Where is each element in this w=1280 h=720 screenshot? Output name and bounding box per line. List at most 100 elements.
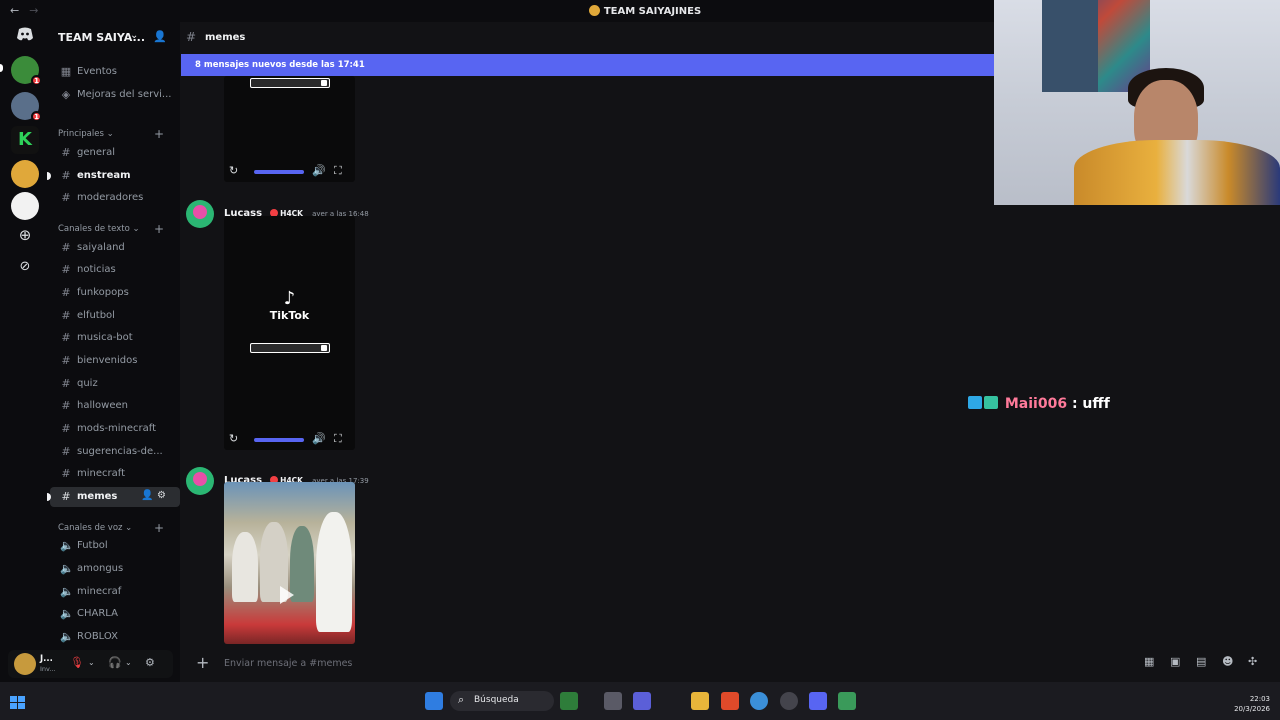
- channel-label: funkopops: [77, 287, 129, 298]
- voice-channel-minecraf[interactable]: 🔈 minecraf: [50, 582, 180, 602]
- start-windows-icon[interactable]: [425, 692, 443, 710]
- channel-noticias[interactable]: # noticias: [50, 260, 180, 280]
- server-header[interactable]: TEAM SAIYA... ⌄ 👤: [50, 22, 180, 54]
- video-thumbnail[interactable]: [224, 482, 355, 644]
- channel-general[interactable]: # general: [50, 143, 180, 163]
- file-explorer-icon[interactable]: [691, 692, 709, 710]
- mic-muted-icon[interactable]: 🎙: [70, 656, 84, 669]
- category-label: Principales: [58, 129, 104, 139]
- server-avatar-2[interactable]: 1: [11, 92, 42, 122]
- widgets-icon[interactable]: [10, 696, 26, 710]
- speaker-icon: 🔈: [60, 630, 74, 643]
- tiktok-video-attachment[interactable]: ♪ TikTok ↻ 🔊 ⛶: [224, 216, 355, 450]
- video-attachment[interactable]: ↻ 🔊 ⛶: [224, 76, 355, 182]
- channel-label: moderadores: [77, 192, 144, 203]
- server-avatar-k[interactable]: K: [11, 126, 39, 154]
- create-invite-icon[interactable]: 👤: [141, 490, 153, 501]
- channel-moderadores[interactable]: # moderadores: [50, 188, 180, 208]
- hash-icon: #: [61, 490, 71, 503]
- channel-bienvenidos[interactable]: # bienvenidos: [50, 351, 180, 371]
- message-composer: + Enviar mensaje a #memes ▦ ▣ ▤ ☻ ✣: [188, 650, 1278, 678]
- replay-icon[interactable]: ↻: [229, 164, 238, 177]
- channel-sugerencias[interactable]: # sugerencias-de...: [50, 442, 180, 462]
- channel-label: memes: [77, 491, 118, 502]
- channel-saiyaland[interactable]: # saiyaland: [50, 238, 180, 258]
- video-controls: ↻ 🔊 ⛶: [224, 160, 355, 182]
- volume-bar[interactable]: [254, 170, 304, 174]
- avatar[interactable]: [14, 653, 36, 675]
- sticker-icon[interactable]: ▤: [1196, 655, 1206, 668]
- volume-icon[interactable]: 🔊: [312, 432, 326, 445]
- app-icon[interactable]: [838, 692, 856, 710]
- voice-channel-amongus[interactable]: 🔈 amongus: [50, 559, 180, 579]
- category-principales[interactable]: Principales ⌄ +: [50, 126, 180, 142]
- teams-icon[interactable]: [633, 692, 651, 710]
- crowd-figure: [316, 512, 352, 632]
- headphones-icon[interactable]: 🎧: [108, 656, 122, 669]
- avatar[interactable]: [186, 200, 214, 228]
- emoji-icon[interactable]: ☻: [1222, 655, 1233, 668]
- add-attachment-icon[interactable]: +: [196, 653, 209, 672]
- settings-gear-icon[interactable]: ⚙: [145, 656, 155, 669]
- fullscreen-icon[interactable]: ⛶: [334, 164, 342, 178]
- chrome-icon[interactable]: [750, 692, 768, 710]
- new-messages-bar[interactable]: 8 mensajes nuevos desde las 17:41: [181, 54, 995, 76]
- discord-home-icon[interactable]: [14, 26, 36, 48]
- gift-icon[interactable]: ▦: [1144, 655, 1154, 668]
- channel-mods-minecraft[interactable]: # mods-minecraft: [50, 419, 180, 439]
- channel-sidebar: TEAM SAIYA... ⌄ 👤 ▦ Eventos ◈ Mejoras de…: [47, 22, 180, 682]
- discord-taskbar-icon[interactable]: [809, 692, 827, 710]
- channel-elfutbol[interactable]: # elfutbol: [50, 306, 180, 326]
- chevron-down-icon[interactable]: ⌄: [130, 30, 138, 41]
- category-canales-de-texto[interactable]: Canales de texto ⌄ +: [50, 221, 180, 237]
- news-widget-icon[interactable]: [560, 692, 578, 710]
- gif-icon[interactable]: ▣: [1170, 655, 1180, 668]
- play-icon[interactable]: [280, 586, 294, 604]
- sidebar-item-events[interactable]: ▦ Eventos: [50, 62, 180, 82]
- category-canales-de-voz[interactable]: Canales de voz ⌄ +: [50, 520, 180, 536]
- explore-icon[interactable]: ⊘: [14, 256, 36, 278]
- message-input[interactable]: Enviar mensaje a #memes: [224, 658, 352, 669]
- task-view-icon[interactable]: [604, 692, 622, 710]
- fullscreen-icon[interactable]: ⛶: [334, 432, 342, 446]
- mention-badge: 1: [31, 75, 42, 86]
- voice-channel-roblox[interactable]: 🔈 ROBLOX: [50, 627, 180, 647]
- tiktok-note-icon: ♪: [283, 288, 296, 309]
- chevron-down-icon[interactable]: ⌄: [125, 658, 132, 667]
- edit-channel-gear-icon[interactable]: ⚙: [157, 490, 166, 501]
- voice-channel-charla[interactable]: 🔈 CHARLA: [50, 604, 180, 624]
- streamer-jacket: [1074, 140, 1280, 205]
- channel-funkopops[interactable]: # funkopops: [50, 283, 180, 303]
- server-avatar-saiyajines[interactable]: [11, 160, 39, 188]
- channel-enstream[interactable]: # enstream: [47, 166, 180, 186]
- add-channel-icon[interactable]: +: [154, 127, 164, 141]
- hash-icon: #: [61, 169, 71, 182]
- server-avatar-1[interactable]: 1: [11, 56, 42, 86]
- avatar[interactable]: [186, 467, 214, 495]
- channel-minecraft[interactable]: # minecraft: [50, 464, 180, 484]
- channel-label: halloween: [77, 400, 128, 411]
- add-server-icon[interactable]: ⊕: [14, 224, 36, 246]
- voice-channel-futbol[interactable]: 🔈 Futbol: [50, 536, 180, 556]
- invite-people-icon[interactable]: 👤: [153, 30, 167, 43]
- brave-browser-icon[interactable]: [721, 692, 739, 710]
- hash-icon: #: [61, 354, 71, 367]
- hash-icon: #: [61, 263, 71, 276]
- chevron-down-icon[interactable]: ⌄: [88, 658, 95, 667]
- channel-memes[interactable]: # memes 👤 ⚙: [47, 487, 180, 507]
- volume-bar[interactable]: [254, 438, 304, 442]
- server-avatar-4[interactable]: [11, 192, 39, 220]
- channel-quiz[interactable]: # quiz: [50, 374, 180, 394]
- volume-icon[interactable]: 🔊: [312, 164, 326, 177]
- apps-icon[interactable]: ✣: [1248, 655, 1257, 668]
- replay-icon[interactable]: ↻: [229, 432, 238, 445]
- add-channel-icon[interactable]: +: [154, 521, 164, 535]
- taskbar-search[interactable]: ⌕ Búsqueda: [450, 691, 554, 711]
- channel-halloween[interactable]: # halloween: [50, 396, 180, 416]
- sidebar-item-boosts[interactable]: ◈ Mejoras del servi...: [50, 85, 180, 105]
- add-channel-icon[interactable]: +: [154, 222, 164, 236]
- channel-label: minecraf: [77, 586, 122, 597]
- system-clock[interactable]: 22:03 20/3/2026: [1228, 694, 1270, 714]
- steam-icon[interactable]: [780, 692, 798, 710]
- channel-musica-bot[interactable]: # musica-bot: [50, 328, 180, 348]
